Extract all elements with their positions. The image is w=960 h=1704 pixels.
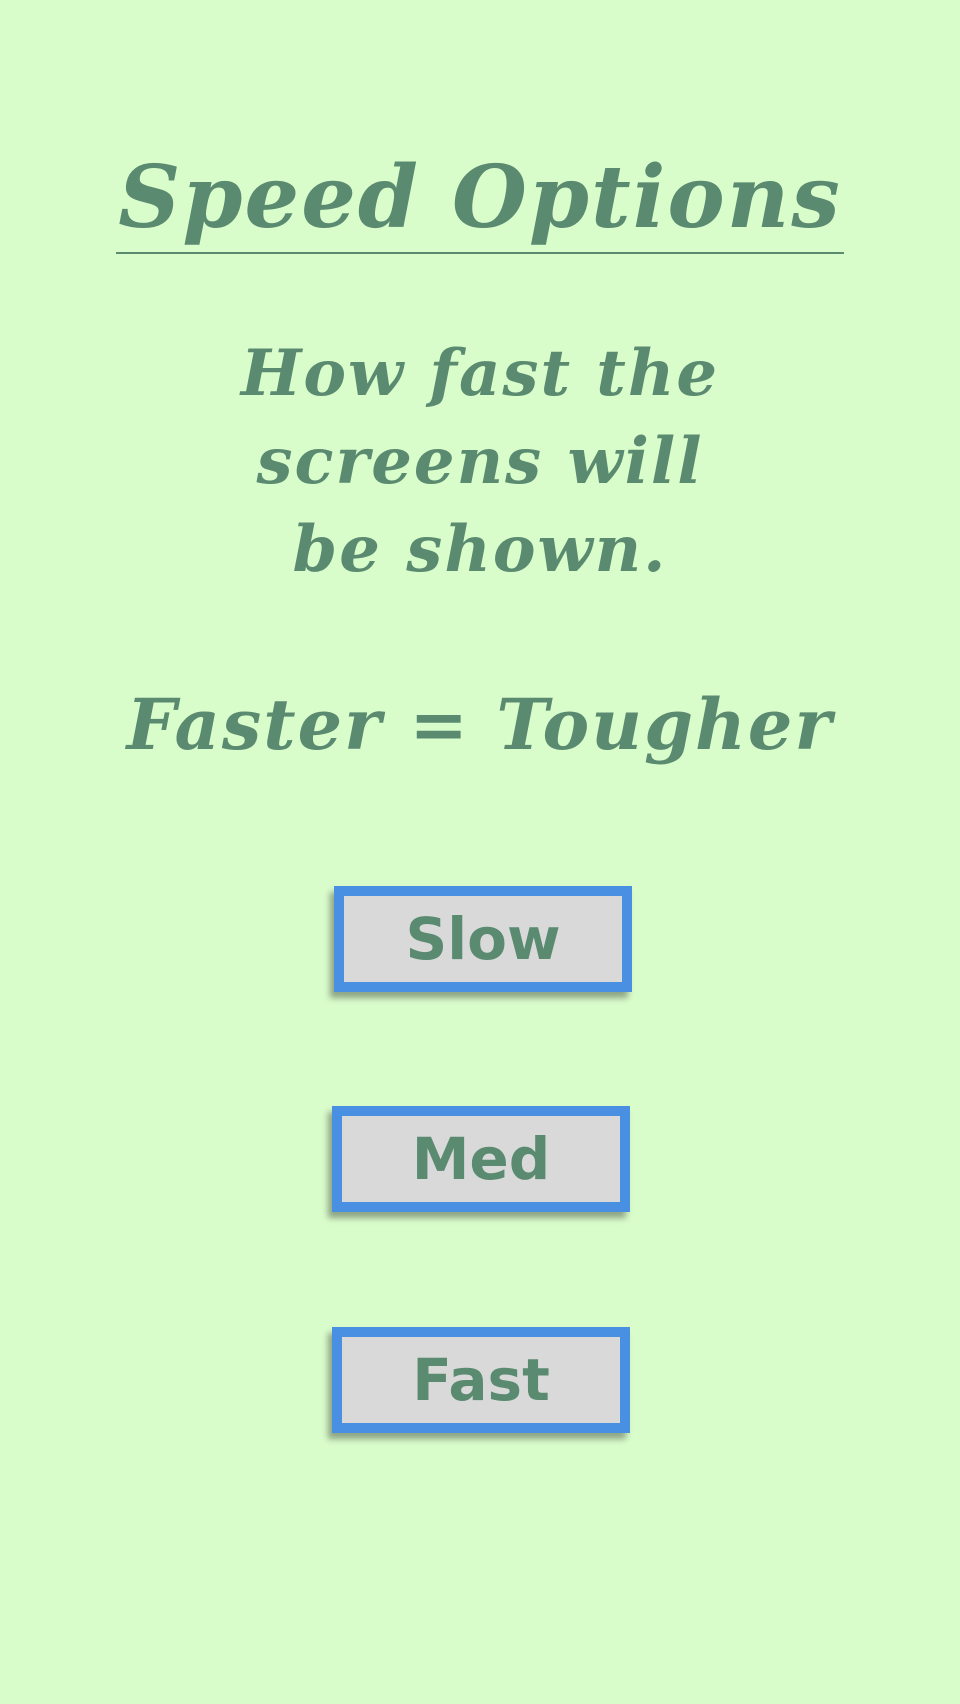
description-line-1: How fast the: [240, 336, 720, 411]
page-title: Speed Options: [0, 150, 960, 254]
page-title-text: Speed Options: [116, 150, 844, 254]
difficulty-note: Faster = Tougher: [126, 683, 834, 766]
description-line-3: be shown.: [292, 512, 668, 587]
slow-button[interactable]: Slow: [334, 886, 632, 992]
description-line-2: screens will: [256, 424, 704, 499]
med-button[interactable]: Med: [332, 1106, 630, 1212]
speed-description: How fast the screens will be shown.: [0, 330, 960, 594]
fast-button[interactable]: Fast: [332, 1327, 630, 1433]
